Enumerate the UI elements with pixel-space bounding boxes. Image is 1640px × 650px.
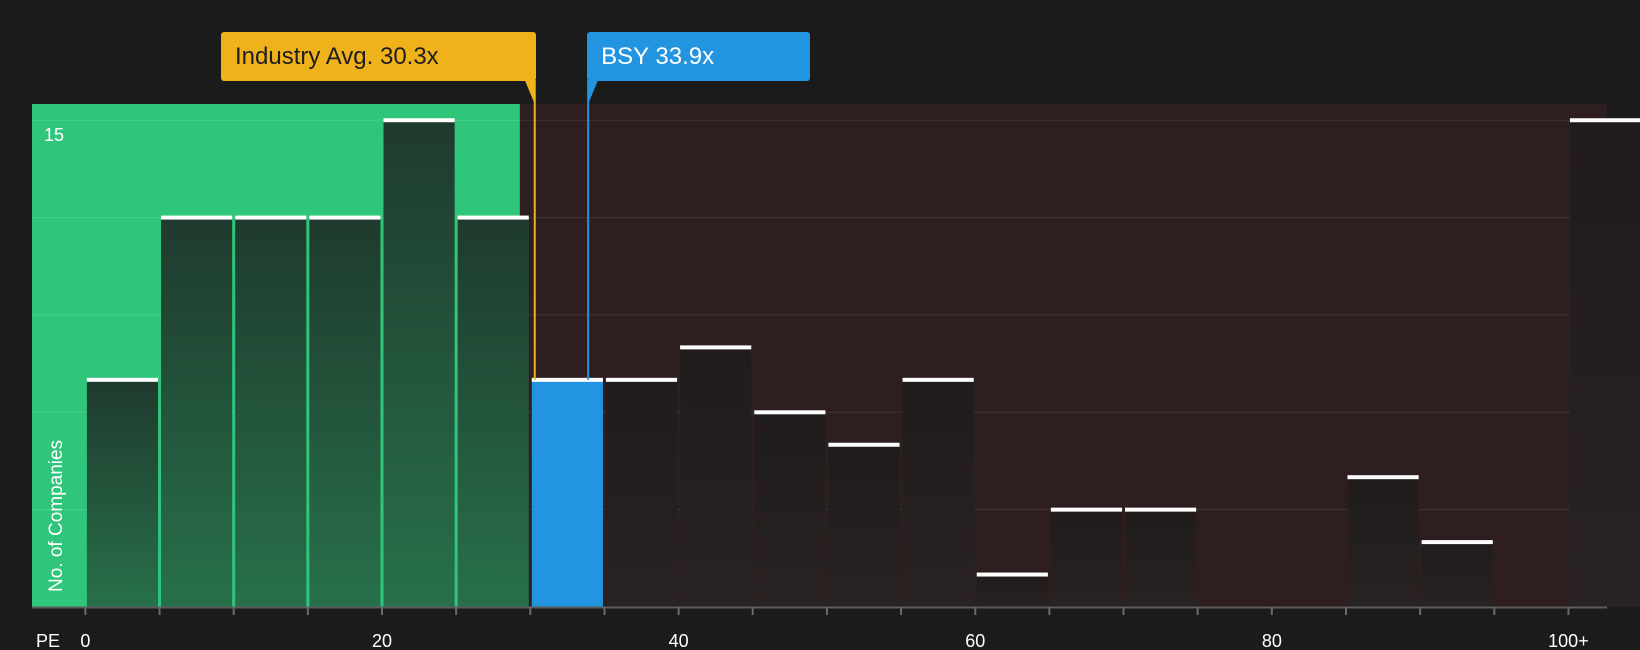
bar-cap-35 xyxy=(605,377,678,382)
bar-100 xyxy=(1569,120,1640,608)
x-axis: 0 20 40 60 80 100+ xyxy=(32,606,1607,650)
bar-cap-90 xyxy=(1421,540,1493,545)
y-axis-label: No. of Companies xyxy=(46,440,67,592)
bar-40 xyxy=(680,347,752,607)
bar-45 xyxy=(754,412,826,607)
bar-70 xyxy=(1125,509,1197,607)
bar-cap-25 xyxy=(457,215,529,220)
bar-15 xyxy=(309,217,381,608)
bar-35 xyxy=(605,379,678,607)
company-pe-pointer xyxy=(588,80,599,104)
company-pe-callout: BSY 33.9x xyxy=(587,32,811,81)
bar-cap-70 xyxy=(1125,507,1197,512)
industry-average-pointer xyxy=(524,80,535,104)
pe-distribution-chart: 0 20 40 60 80 100+ 15 No. of Companies PE xyxy=(32,80,1640,650)
x-tick-label-40: 40 xyxy=(669,631,689,650)
bar-cap-50 xyxy=(828,442,900,447)
bar-cap-0 xyxy=(86,377,159,382)
bar-10 xyxy=(235,217,307,608)
bar-cap-60 xyxy=(976,572,1048,577)
industry-average-callout: Industry Avg. 30.3x xyxy=(221,32,536,81)
bar-85 xyxy=(1347,477,1419,607)
x-axis-label: PE xyxy=(36,631,60,650)
bar-cap-5 xyxy=(161,215,233,220)
x-tick-label-100+: 100+ xyxy=(1548,631,1589,650)
bar-50 xyxy=(828,444,900,607)
bar-65 xyxy=(1050,509,1123,607)
x-tick-label-20: 20 xyxy=(372,631,392,650)
bar-cap-30 xyxy=(531,377,603,382)
bar-cap-100 xyxy=(1569,118,1640,123)
bar-0 xyxy=(86,379,159,607)
bar-cap-45 xyxy=(754,410,826,415)
bar-cap-20 xyxy=(383,118,455,123)
bar-30 xyxy=(531,379,603,607)
bar-5 xyxy=(161,217,233,608)
x-tick-label-80: 80 xyxy=(1262,631,1282,650)
bar-cap-10 xyxy=(235,215,307,220)
y-tick-label-15: 15 xyxy=(44,125,64,145)
bar-cap-55 xyxy=(902,377,974,382)
x-tick-label-0: 0 xyxy=(80,631,90,650)
bar-cap-40 xyxy=(680,345,752,350)
bar-cap-85 xyxy=(1347,475,1419,480)
bar-cap-65 xyxy=(1050,507,1123,512)
bar-20 xyxy=(383,120,455,608)
bar-cap-15 xyxy=(309,215,381,220)
bar-25 xyxy=(457,217,529,608)
bar-60 xyxy=(976,574,1048,607)
bar-90 xyxy=(1421,542,1493,607)
bar-55 xyxy=(902,379,974,607)
x-tick-label-60: 60 xyxy=(965,631,985,650)
